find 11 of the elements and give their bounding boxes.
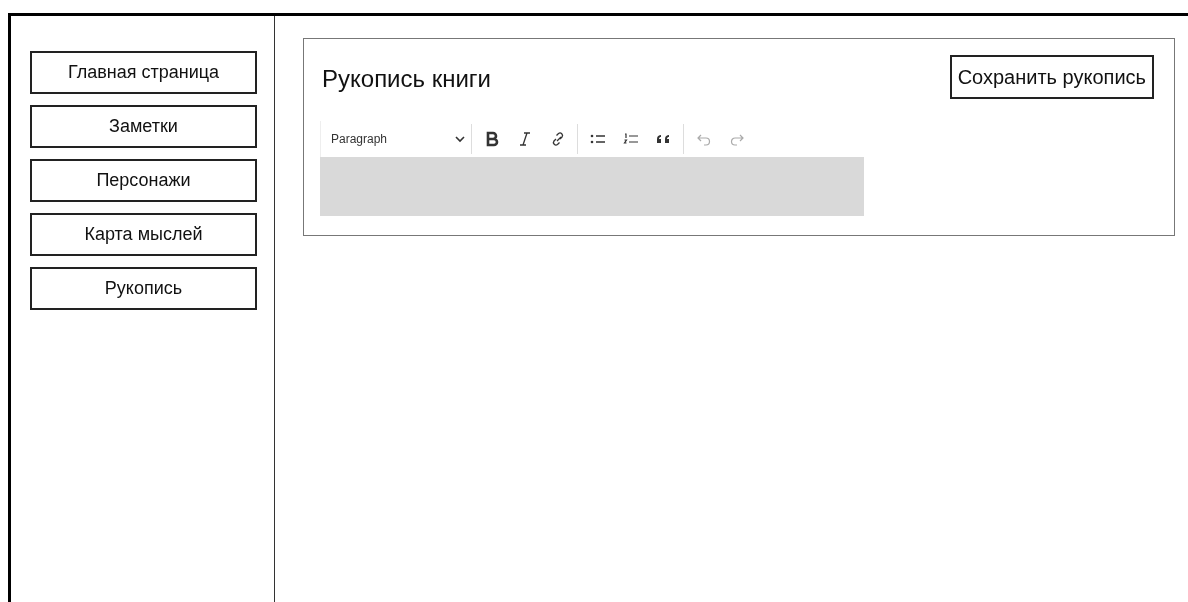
numbered-list-icon[interactable] — [622, 131, 639, 147]
format-dropdown[interactable]: Paragraph — [321, 123, 471, 155]
sidebar-item[interactable]: Рукопись — [30, 267, 257, 310]
save-button[interactable]: Сохранить рукопись — [949, 55, 1154, 99]
chevron-down-icon — [455, 135, 465, 143]
sidebar-item[interactable]: Заметки — [30, 105, 257, 148]
sidebar-item[interactable]: Персонажи — [30, 159, 257, 202]
page-title: Рукопись книги — [322, 65, 492, 94]
sidebar-item[interactable]: Главная страница — [30, 51, 257, 94]
sidebar-item[interactable]: Карта мыслей — [30, 213, 257, 256]
text-editor-field[interactable] — [320, 157, 864, 216]
